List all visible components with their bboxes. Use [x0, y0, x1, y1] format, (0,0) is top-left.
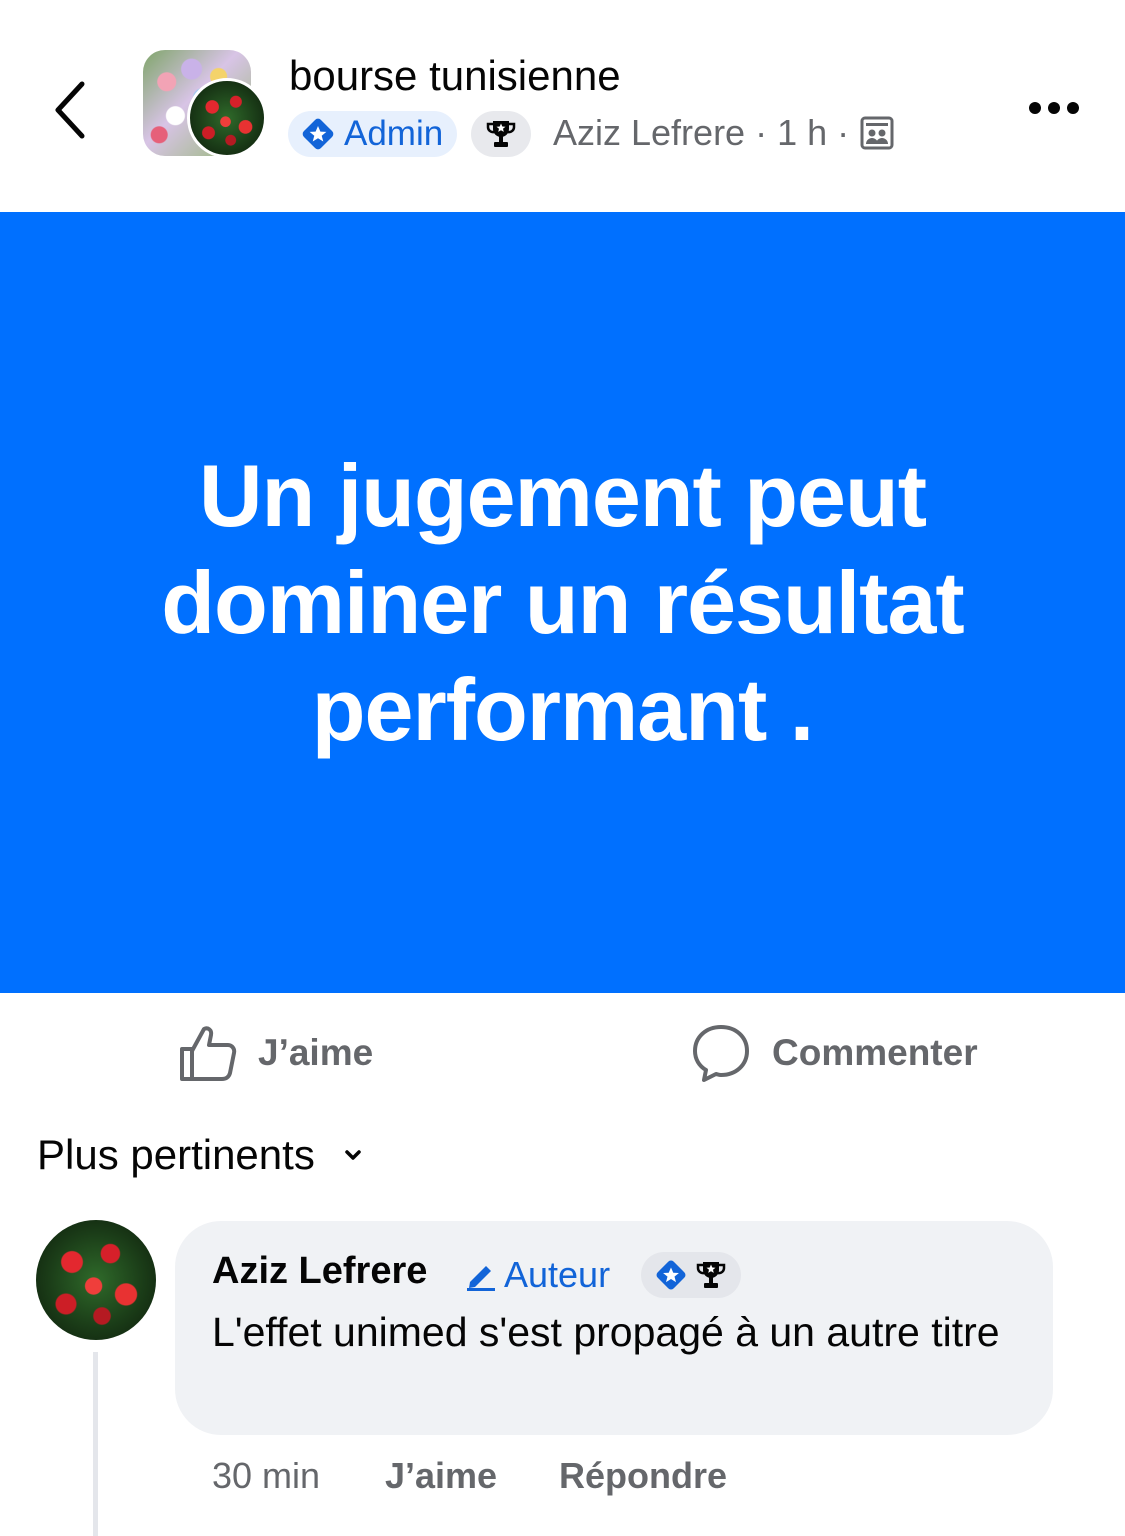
separator: · — [755, 112, 768, 153]
author-badge: Auteur — [452, 1252, 623, 1298]
top-contributor-badge[interactable] — [471, 111, 531, 157]
admin-star-icon — [302, 118, 334, 150]
like-icon — [180, 1026, 237, 1081]
post-text: Un jugement peut dominer un résultat per… — [161, 446, 964, 759]
more-options-button[interactable] — [1020, 88, 1088, 128]
author-name[interactable]: Aziz Lefrere — [553, 112, 745, 154]
admin-badge[interactable]: Admin — [288, 111, 458, 157]
commenter-avatar[interactable] — [36, 1220, 156, 1340]
thread-line — [93, 1352, 98, 1536]
chevron-down-icon — [345, 1150, 361, 1160]
commenter-badges[interactable] — [641, 1252, 741, 1298]
trophy-icon — [486, 121, 516, 147]
author-badge-label: Auteur — [504, 1254, 611, 1295]
sort-label: Plus pertinents — [37, 1131, 315, 1178]
comment-button[interactable]: Commenter — [690, 1020, 978, 1086]
back-button[interactable] — [40, 72, 100, 148]
separator: · — [837, 112, 850, 153]
post-time[interactable]: 1 h — [777, 112, 827, 154]
comment-text: L'effet unimed s'est propagé à un autre … — [212, 1309, 1000, 1355]
comment-author[interactable]: Aziz Lefrere — [212, 1250, 427, 1293]
admin-label: Admin — [344, 114, 444, 153]
post-meta: Aziz Lefrere · 1 h · — [553, 110, 895, 156]
group-name[interactable]: bourse tunisienne — [289, 52, 621, 100]
comment-time[interactable]: 30 min — [212, 1455, 320, 1497]
back-chevron-icon — [55, 81, 85, 139]
group-members-icon — [860, 116, 894, 150]
comment-reply-button[interactable]: Répondre — [559, 1455, 727, 1497]
pencil-icon — [467, 1266, 495, 1291]
trophy-icon — [696, 1262, 726, 1288]
admin-star-icon — [656, 1260, 686, 1290]
author-avatar[interactable] — [187, 78, 267, 158]
comment-like-button[interactable]: J’aime — [385, 1455, 497, 1497]
comment-label: Commenter — [772, 1032, 978, 1073]
post-text-card[interactable]: Un jugement peut dominer un résultat per… — [0, 212, 1125, 993]
like-button[interactable]: J’aime — [176, 1020, 373, 1086]
like-label: J’aime — [258, 1032, 374, 1073]
more-icon — [1029, 102, 1041, 114]
comment-sort-dropdown[interactable]: Plus pertinents — [37, 1125, 363, 1185]
comment-icon — [693, 1025, 749, 1082]
